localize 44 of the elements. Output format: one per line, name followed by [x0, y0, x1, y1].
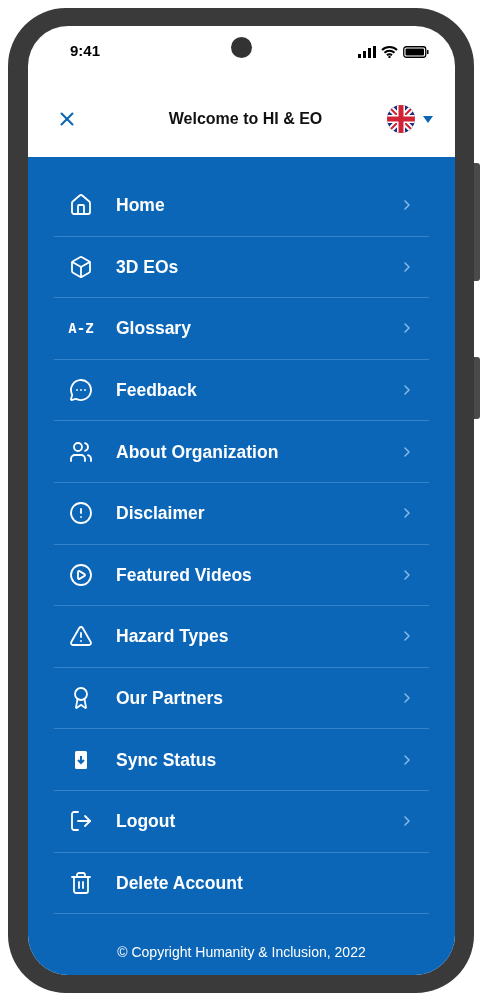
alert-icon — [69, 501, 93, 526]
menu-item[interactable]: A-Z Glossary — [54, 298, 429, 360]
logout-icon — [69, 809, 93, 834]
trash-icon — [69, 870, 93, 895]
menu-item-label: About Organization — [116, 440, 280, 464]
camera-hole — [231, 37, 252, 58]
menu-item-label: Logout — [116, 810, 177, 834]
menu-item-label: Hazard Types — [116, 625, 230, 649]
wifi-icon — [381, 45, 398, 58]
menu-item-label: 3D EOs — [116, 255, 180, 279]
a-z-icon: A-Z — [68, 321, 94, 336]
menu-item[interactable]: Featured Videos — [54, 544, 429, 607]
chat-icon — [69, 378, 93, 403]
menu-item[interactable]: Sync Status — [54, 729, 429, 791]
caret-icon — [423, 115, 433, 123]
menu-item-label: Featured Videos — [116, 563, 253, 587]
language-selector[interactable] — [387, 105, 433, 133]
cube-icon — [69, 254, 93, 279]
menu-item-label: Sync Status — [116, 748, 218, 772]
home-icon — [69, 193, 93, 218]
menu-item[interactable]: Disclaimer — [54, 482, 429, 545]
menu-item-label: Feedback — [116, 378, 198, 402]
menu-item[interactable]: Logout — [54, 790, 429, 853]
battery-icon — [403, 45, 429, 58]
menu-item[interactable]: Home — [54, 175, 429, 237]
people-icon — [69, 439, 93, 464]
menu-item-label: Home — [116, 194, 166, 218]
menu-item-label: Our Partners — [116, 686, 224, 710]
menu-item[interactable]: 3D EOs — [54, 236, 429, 299]
play-icon — [69, 562, 93, 587]
menu-item[interactable]: About Organization — [54, 421, 429, 483]
menu-item[interactable]: Delete Account — [54, 852, 429, 915]
menu-item[interactable]: Hazard Types — [54, 606, 429, 668]
menu-item-label: Glossary — [116, 317, 192, 341]
warning-icon — [69, 624, 93, 649]
uk-flag-icon — [387, 105, 415, 133]
signal-icon — [358, 45, 376, 58]
menu-item-label: Delete Account — [116, 871, 244, 895]
menu-item-label: Disclaimer — [116, 502, 206, 526]
copyright-text: © Copyright Humanity & Inclusion, 2022 — [117, 943, 366, 963]
header-title: Welcome to HI & EO — [168, 109, 323, 129]
menu-item[interactable]: Feedback — [54, 359, 429, 422]
menu-item[interactable]: Our Partners — [54, 667, 429, 730]
status-time: 9:41 — [70, 41, 101, 62]
